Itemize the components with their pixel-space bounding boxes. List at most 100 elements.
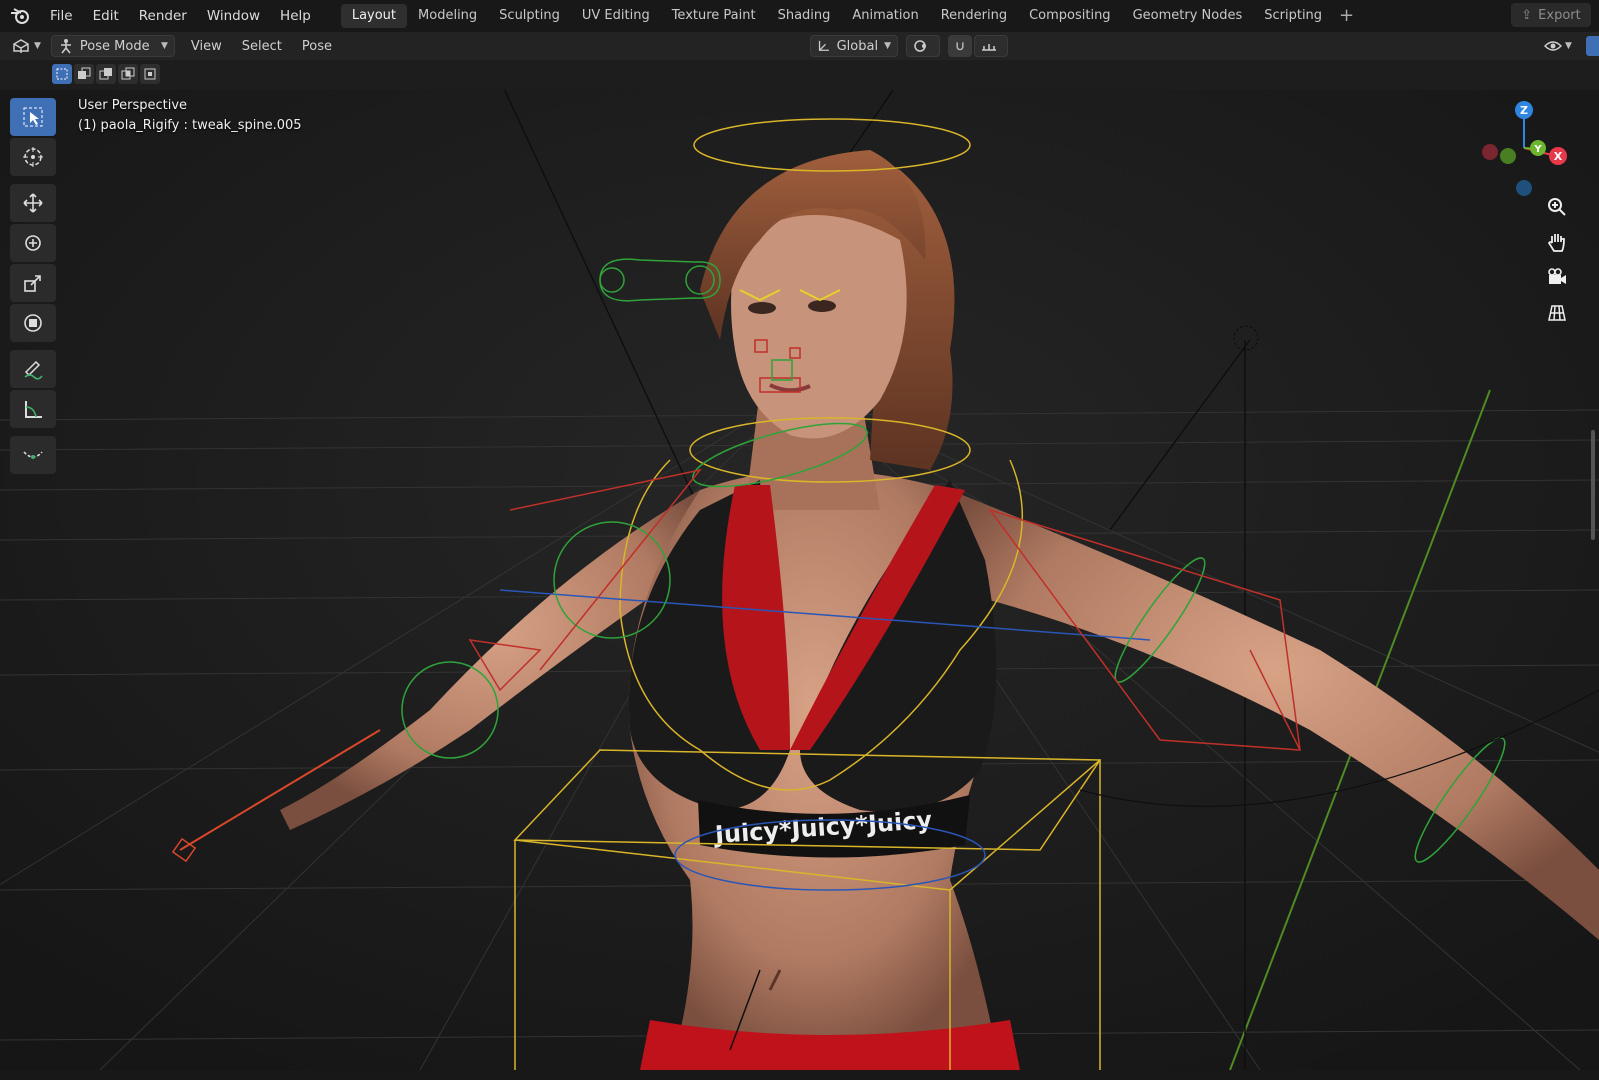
menu-edit[interactable]: Edit	[83, 0, 129, 32]
zoom-button[interactable]	[1542, 192, 1572, 222]
select-extend-button[interactable]	[74, 64, 94, 84]
chevron-down-icon: ▼	[884, 41, 891, 51]
snap-toggle[interactable]	[948, 35, 972, 57]
chevron-down-icon: ▼	[1565, 41, 1572, 51]
move-icon	[23, 193, 43, 213]
select-box-icon	[23, 107, 43, 127]
viewport-header: ▼ Pose Mode ▼ View Select Pose Global ▼ …	[0, 32, 1599, 60]
header-menu-view[interactable]: View	[181, 39, 232, 54]
scale-icon	[24, 275, 41, 292]
measure-icon	[25, 401, 42, 418]
main-menu: File Edit Render Window Help	[40, 0, 321, 32]
transform-tool[interactable]	[10, 304, 56, 342]
menu-file[interactable]: File	[40, 0, 83, 32]
chevron-down-icon: ▼	[161, 41, 168, 51]
header-menus: View Select Pose	[181, 39, 342, 54]
rotate-icon	[25, 235, 41, 251]
mode-label: Pose Mode	[79, 38, 150, 54]
navigation-gizmo[interactable]: Z Y X	[1474, 96, 1574, 196]
rotate-tool[interactable]	[10, 224, 56, 262]
move-tool[interactable]	[10, 184, 56, 222]
right-eye	[808, 300, 836, 312]
tab-scripting[interactable]: Scripting	[1253, 4, 1333, 28]
cursor-tool[interactable]	[10, 138, 56, 176]
select-invert-icon	[121, 67, 135, 80]
neg-x-axis-icon	[1482, 144, 1498, 160]
export-button[interactable]: ⇪ Export	[1511, 3, 1591, 27]
editor-type-icon	[13, 39, 29, 53]
workspace-tabs: Layout Modeling Sculpting UV Editing Tex…	[340, 0, 1360, 32]
scale-tool[interactable]	[10, 264, 56, 302]
orientation-dropdown[interactable]: Global ▼	[810, 35, 898, 57]
editor-type-button[interactable]: ▼	[12, 35, 41, 57]
neg-y-axis-icon	[1500, 148, 1516, 164]
magnet-icon	[956, 42, 964, 51]
active-object-label: (1) paola_Rigify : tweak_spine.005	[78, 118, 302, 133]
mode-dropdown[interactable]: Pose Mode ▼	[50, 35, 175, 57]
add-workspace-button[interactable]: +	[1333, 0, 1360, 32]
select-mode-buttons	[52, 64, 160, 84]
header-menu-pose[interactable]: Pose	[292, 39, 342, 54]
pan-button[interactable]	[1542, 227, 1572, 257]
x-axis-label: X	[1554, 150, 1563, 163]
pivot-dropdown[interactable]	[906, 35, 940, 57]
grid-icon	[1548, 305, 1566, 321]
y-axis-label: Y	[1533, 144, 1542, 155]
transform-icon	[24, 314, 42, 332]
status-bar	[0, 1070, 1599, 1080]
pose-mode-icon	[60, 39, 71, 54]
tab-rendering[interactable]: Rendering	[930, 4, 1018, 28]
left-eye	[748, 302, 776, 314]
annotate-icon	[24, 360, 43, 380]
pivot-icon	[914, 40, 926, 52]
snap-target-dropdown[interactable]	[974, 35, 1008, 57]
select-intersect-icon	[144, 68, 156, 80]
view-perspective-label: User Perspective	[78, 98, 188, 113]
neg-z-axis-icon	[1516, 180, 1532, 196]
select-subtract-button[interactable]	[96, 64, 116, 84]
eye-icon	[1544, 41, 1562, 51]
measure-tool[interactable]	[10, 390, 56, 428]
tab-texture-paint[interactable]: Texture Paint	[661, 4, 767, 28]
hand-pan-icon	[1547, 234, 1565, 252]
viewport-scrollbar[interactable]	[1591, 430, 1595, 540]
camera-view-button[interactable]	[1542, 262, 1572, 292]
select-new-button[interactable]	[52, 64, 72, 84]
tab-modeling[interactable]: Modeling	[407, 4, 488, 28]
blender-logo-icon[interactable]	[0, 0, 40, 32]
3d-viewport[interactable]: Juicy*Juicy*Juicy User Perspective (1) p…	[0, 90, 1599, 1070]
orientation-icon	[818, 40, 829, 51]
viewport-scene: Juicy*Juicy*Juicy	[0, 90, 1599, 1070]
select-subtract-icon	[99, 68, 112, 80]
zoom-icon	[1548, 198, 1566, 216]
top-menu-bar: File Edit Render Window Help Layout Mode…	[0, 0, 1599, 32]
tool-shelf	[10, 98, 58, 476]
tab-layout[interactable]: Layout	[340, 4, 408, 28]
select-box-tool[interactable]	[10, 98, 56, 136]
tab-compositing[interactable]: Compositing	[1018, 4, 1122, 28]
export-label: Export	[1538, 7, 1581, 23]
select-intersect-button[interactable]	[140, 64, 160, 84]
annotate-tool[interactable]	[10, 350, 56, 388]
select-new-icon	[56, 68, 68, 80]
select-mode-strip	[0, 60, 1599, 90]
snap-increment-icon	[982, 44, 996, 51]
menu-render[interactable]: Render	[129, 0, 197, 32]
relax-tool[interactable]	[10, 436, 56, 474]
header-menu-select[interactable]: Select	[232, 39, 292, 54]
relax-icon	[23, 451, 43, 459]
z-axis-label: Z	[1520, 104, 1528, 117]
menu-help[interactable]: Help	[270, 0, 321, 32]
tab-sculpting[interactable]: Sculpting	[488, 4, 571, 28]
cursor-icon	[23, 147, 43, 167]
select-invert-button[interactable]	[118, 64, 138, 84]
visibility-dropdown[interactable]: ▼	[1544, 35, 1572, 57]
orientation-label: Global	[836, 38, 879, 54]
tab-geometry-nodes[interactable]: Geometry Nodes	[1122, 4, 1254, 28]
gizmo-toggle-button[interactable]	[1586, 36, 1599, 56]
ortho-toggle-button[interactable]	[1542, 297, 1572, 327]
menu-window[interactable]: Window	[197, 0, 270, 32]
tab-animation[interactable]: Animation	[841, 4, 929, 28]
tab-uv-editing[interactable]: UV Editing	[571, 4, 661, 28]
tab-shading[interactable]: Shading	[767, 4, 842, 28]
